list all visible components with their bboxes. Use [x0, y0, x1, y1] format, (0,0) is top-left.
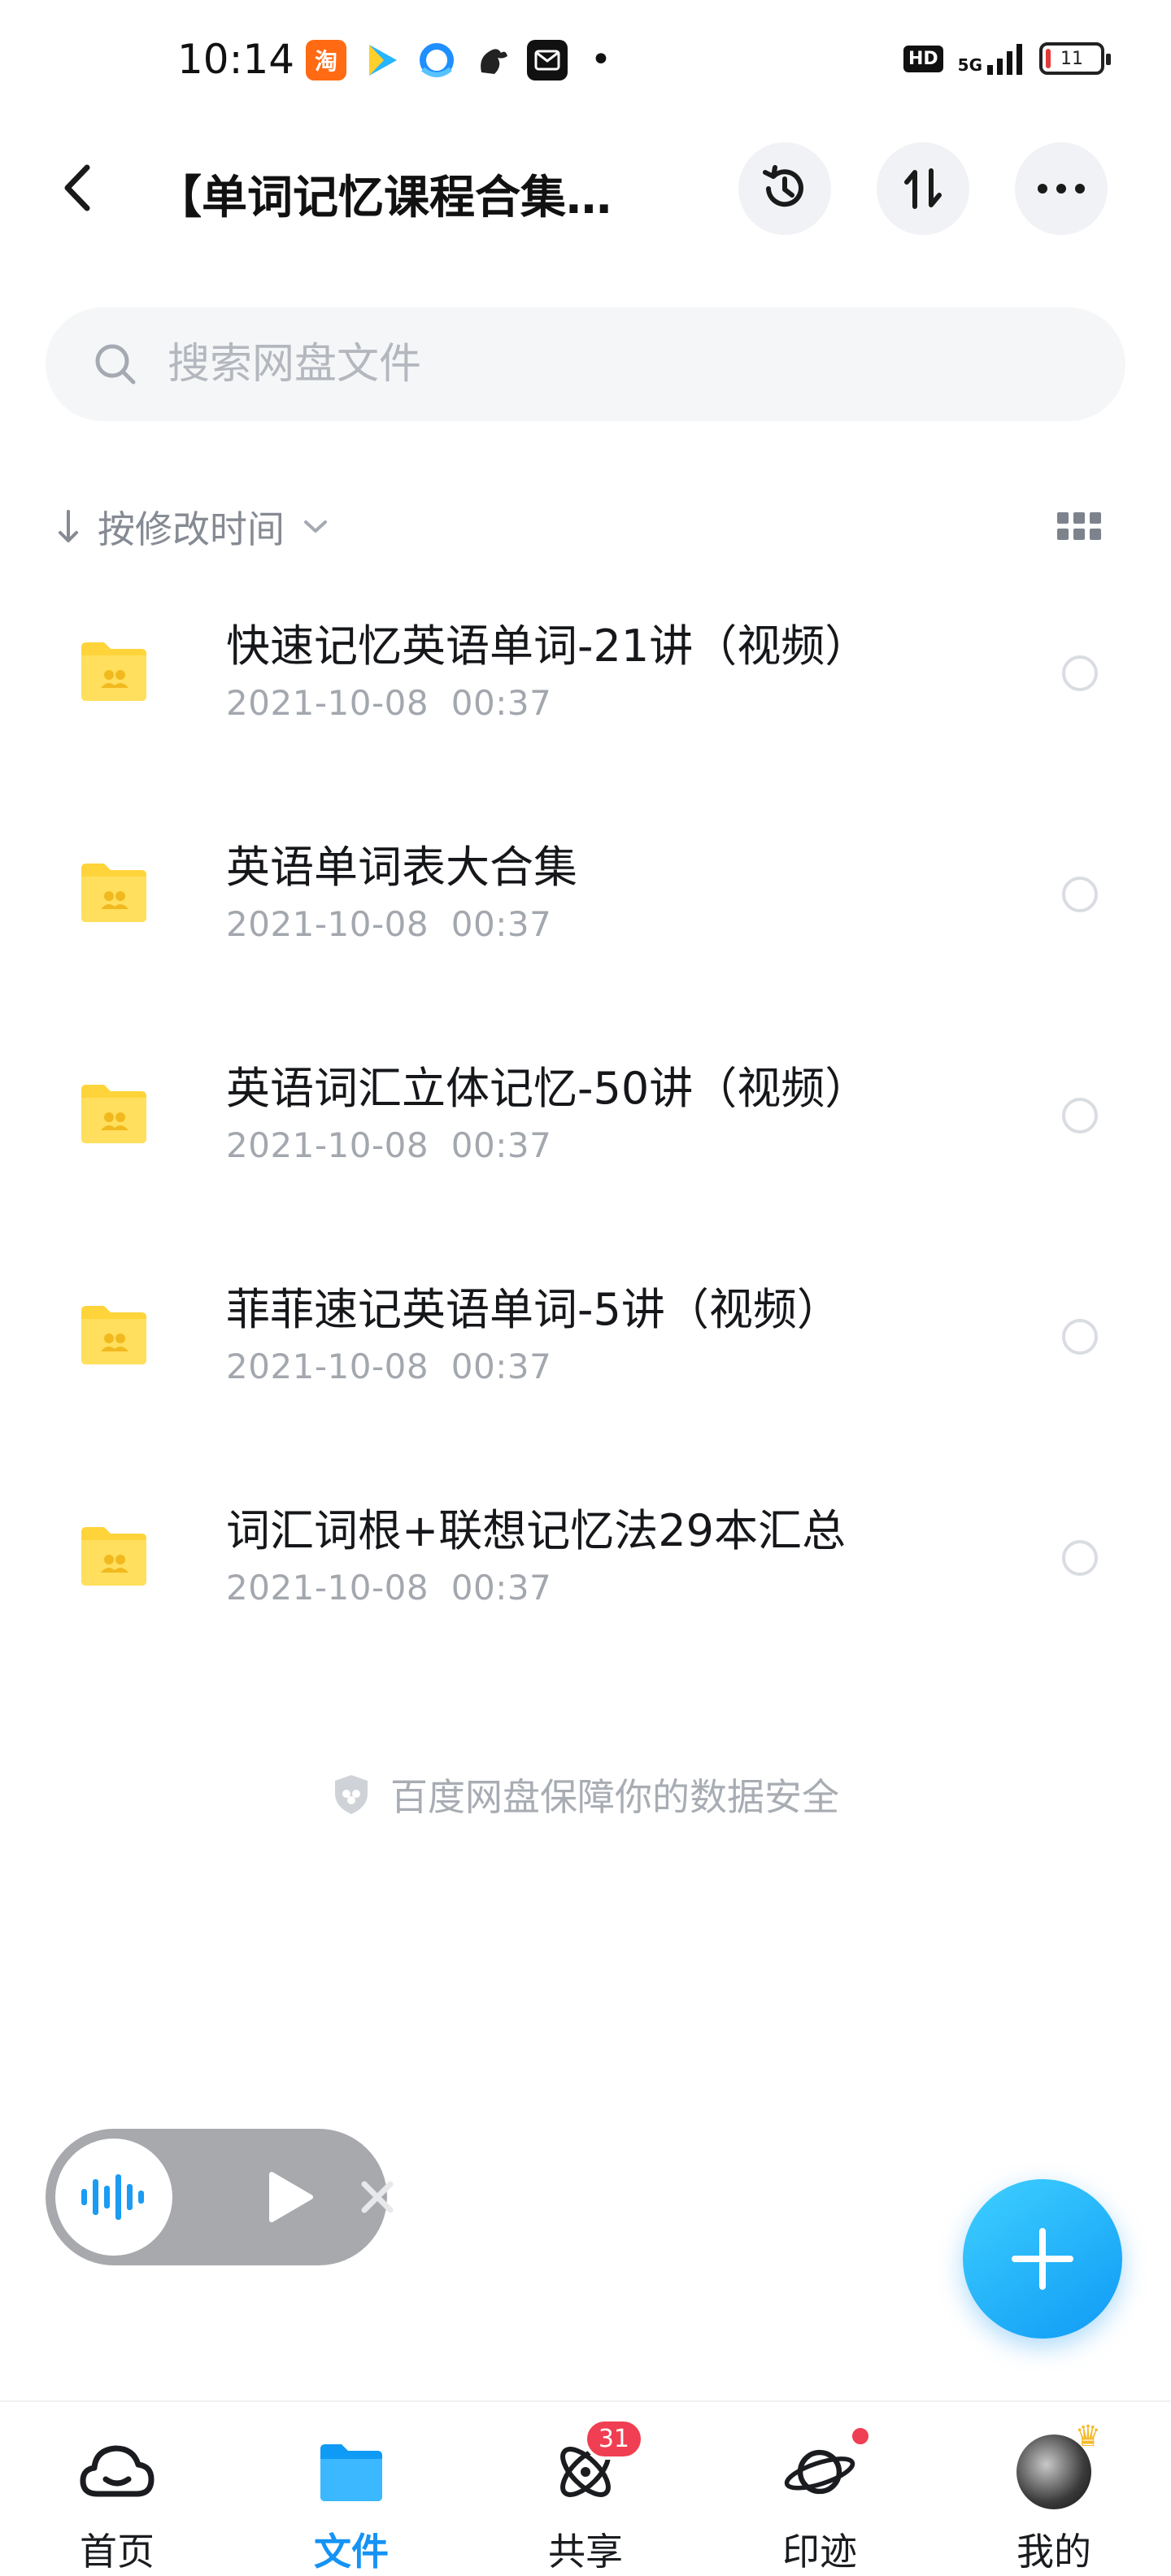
tencent-video-icon	[361, 40, 402, 80]
list-item[interactable]: 英语词汇立体记忆-50讲（视频） 2021-10-08 00:37	[0, 1036, 1171, 1257]
file-list: 快速记忆英语单词-21讲（视频） 2021-10-08 00:37 英语单词表大…	[0, 594, 1171, 1699]
history-icon	[763, 165, 803, 207]
sound-wave-icon	[81, 2174, 144, 2220]
more-button[interactable]	[1015, 142, 1108, 235]
mail-icon	[527, 39, 568, 80]
search-icon	[95, 344, 136, 385]
more-icon	[1038, 184, 1085, 194]
nav-label-share: 共享	[548, 2530, 623, 2574]
sort-arrow-icon	[59, 510, 78, 542]
mini-player[interactable]	[46, 2129, 394, 2265]
nav-item-share[interactable]: 31 共享	[468, 2402, 703, 2576]
nav-label-files: 文件	[314, 2530, 389, 2574]
select-radio[interactable]	[1062, 655, 1098, 691]
notification-dot: •	[590, 39, 612, 80]
nav-item-home[interactable]: 首页	[0, 2402, 234, 2576]
file-name: 英语单词表大合集	[226, 842, 577, 893]
back-arrow-icon	[64, 164, 90, 211]
security-note-text: 百度网盘保障你的数据安全	[390, 1775, 839, 1819]
back-button[interactable]	[49, 159, 106, 216]
select-radio[interactable]	[1062, 1319, 1098, 1355]
shared-folder-icon	[81, 864, 146, 922]
planet-icon	[784, 2449, 855, 2495]
folder-icon	[320, 2444, 382, 2501]
nav-label-home: 首页	[80, 2530, 155, 2574]
signal-icon: 5G	[958, 42, 1025, 75]
crown-icon: ♛	[1074, 2420, 1101, 2453]
status-bar: 10:14 淘 • HD 5G 11	[0, 0, 1171, 130]
shared-folder-icon	[81, 1085, 146, 1143]
home-cloud-icon	[80, 2445, 155, 2497]
select-radio[interactable]	[1062, 877, 1098, 912]
list-item[interactable]: 菲菲速记英语单词-5讲（视频） 2021-10-08 00:37	[0, 1257, 1171, 1478]
file-name: 快速记忆英语单词-21讲（视频）	[226, 620, 869, 672]
browser-icon	[416, 40, 457, 80]
file-name: 菲菲速记英语单词-5讲（视频）	[226, 1284, 841, 1335]
list-item[interactable]: 词汇词根+联想记忆法29本汇总 2021-10-08 00:37	[0, 1478, 1171, 1699]
sort-button[interactable]: 按修改时间	[57, 494, 329, 559]
uc-squirrel-icon	[472, 40, 512, 80]
shield-icon	[335, 1775, 368, 1814]
nav-item-files[interactable]: 文件	[234, 2402, 468, 2576]
add-button[interactable]	[963, 2179, 1122, 2339]
hd-badge: HD	[903, 45, 943, 72]
select-radio[interactable]	[1062, 1540, 1098, 1576]
bottom-nav: 首页 文件 31 共享 印迹 ♛ 我的	[0, 2400, 1171, 2576]
file-date: 2021-10-08 00:37	[226, 683, 552, 723]
list-item[interactable]: 快速记忆英语单词-21讲（视频） 2021-10-08 00:37	[0, 594, 1171, 815]
header: 【单词记忆课程合集…	[0, 138, 1171, 236]
page-title: 【单词记忆课程合集…	[156, 172, 612, 224]
share-badge: 31	[583, 2418, 644, 2460]
file-date: 2021-10-08 00:37	[226, 1347, 552, 1386]
file-date: 2021-10-08 00:37	[226, 1568, 552, 1608]
taobao-icon: 淘	[306, 39, 346, 80]
shared-folder-icon	[81, 1306, 146, 1364]
voice-wave-button[interactable]	[55, 2139, 172, 2256]
grid-view-icon[interactable]	[1057, 512, 1103, 545]
status-app-icons: 淘 •	[306, 39, 612, 80]
footprint-dot	[849, 2425, 872, 2448]
file-name: 英语词汇立体记忆-50讲（视频）	[226, 1063, 869, 1114]
nav-item-footprint[interactable]: 印迹	[703, 2402, 937, 2576]
status-right: HD 5G 11	[903, 42, 1111, 75]
sort-label: 按修改时间	[98, 507, 285, 551]
list-item[interactable]: 英语单词表大合集 2021-10-08 00:37	[0, 815, 1171, 1036]
search-bar[interactable]	[46, 307, 1125, 421]
file-date: 2021-10-08 00:37	[226, 904, 552, 944]
search-input[interactable]	[168, 340, 1062, 389]
nav-item-me[interactable]: ♛ 我的	[937, 2402, 1171, 2576]
file-date: 2021-10-08 00:37	[226, 1125, 552, 1165]
nav-label-footprint: 印迹	[782, 2530, 857, 2574]
shared-folder-icon	[81, 1527, 146, 1586]
history-button[interactable]	[738, 142, 831, 235]
plus-icon	[1012, 2228, 1073, 2290]
status-time: 10:14	[177, 36, 295, 83]
select-radio[interactable]	[1062, 1098, 1098, 1134]
avatar: ♛	[1016, 2420, 1101, 2509]
play-icon[interactable]	[265, 2171, 314, 2223]
transfer-button[interactable]	[877, 142, 969, 235]
security-note: 百度网盘保障你的数据安全	[0, 1768, 1171, 1821]
close-icon[interactable]	[358, 2178, 397, 2217]
shared-folder-icon	[81, 642, 146, 701]
file-name: 词汇词根+联想记忆法29本汇总	[226, 1505, 846, 1556]
transfer-icon	[904, 168, 942, 209]
chevron-down-icon	[304, 520, 327, 533]
battery-icon: 11	[1039, 42, 1111, 75]
nav-label-me: 我的	[1016, 2530, 1091, 2574]
